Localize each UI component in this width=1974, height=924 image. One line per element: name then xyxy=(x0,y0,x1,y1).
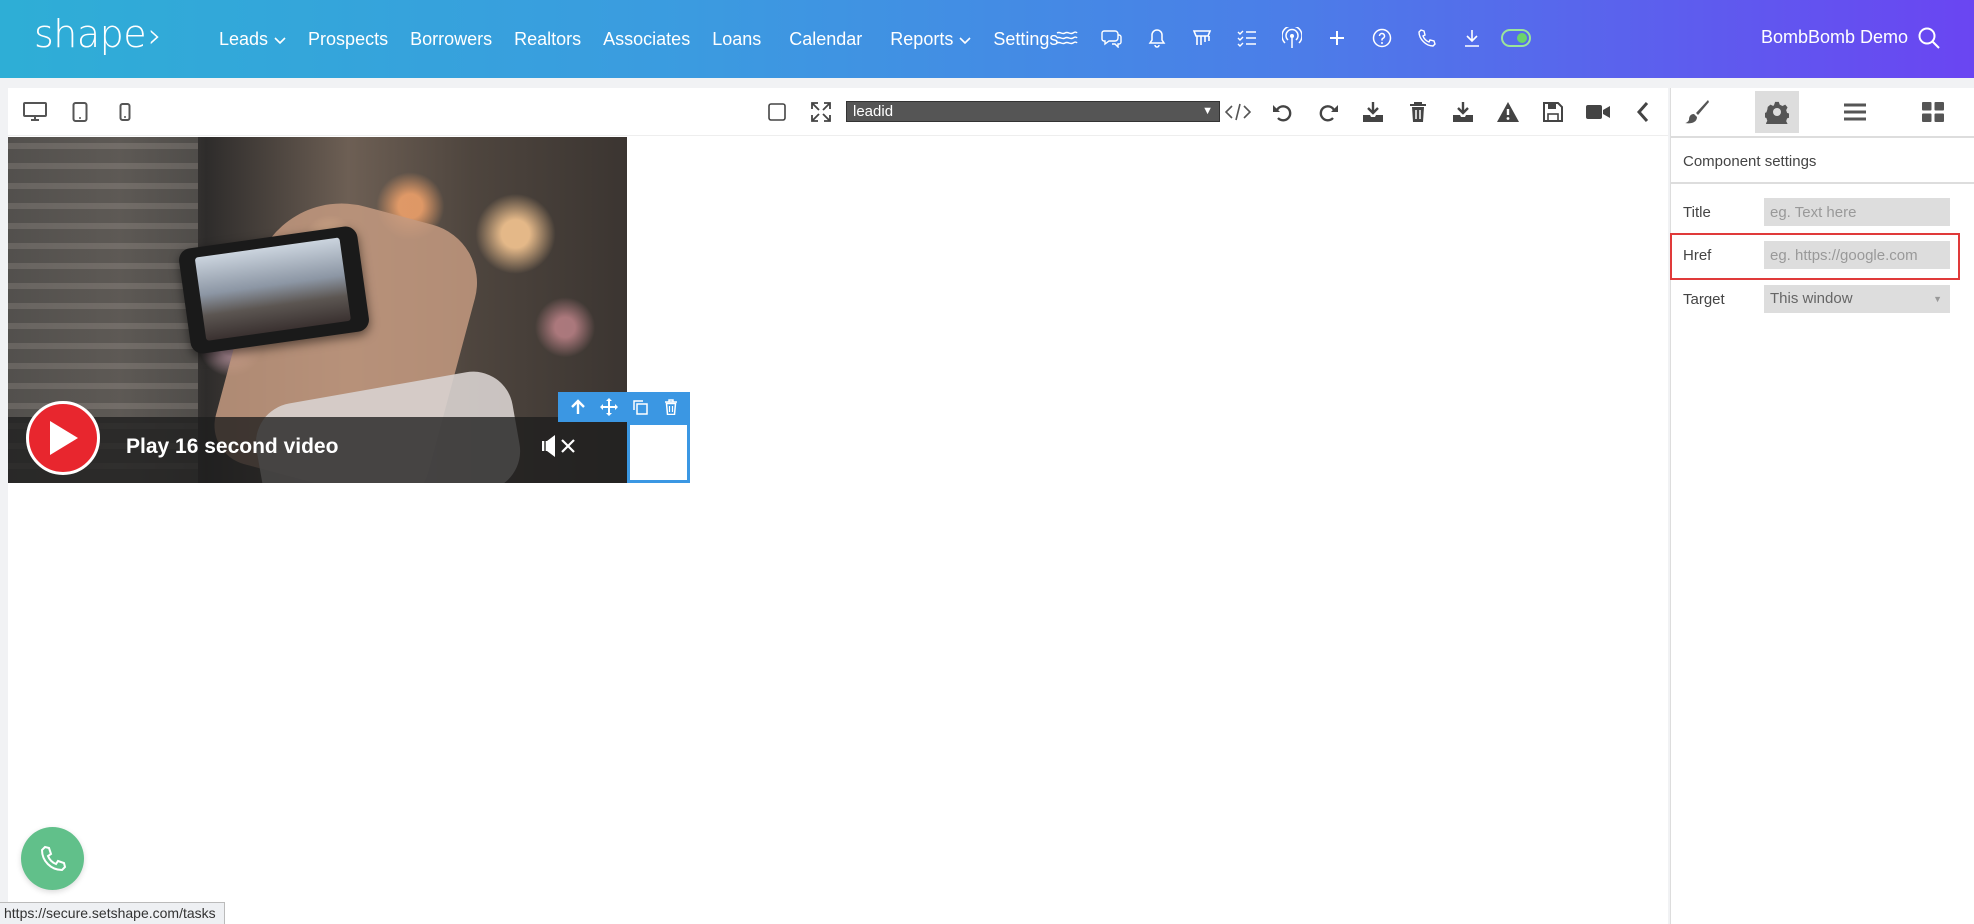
mute-icon[interactable] xyxy=(540,433,578,464)
warning-icon[interactable] xyxy=(1494,98,1522,126)
select-arrow-icon: ▼ xyxy=(1202,105,1213,117)
title-label: Title xyxy=(1683,204,1711,221)
nav-loans[interactable]: Loans xyxy=(712,29,761,50)
component-toolbar xyxy=(558,392,690,422)
call-button[interactable] xyxy=(21,827,84,890)
chevron-down-icon: ▼ xyxy=(1933,294,1942,304)
chevron-down-icon xyxy=(274,29,286,50)
nav-realtors[interactable]: Realtors xyxy=(514,29,581,50)
field-row-target: Target This window ▼ xyxy=(1671,281,1965,317)
checkbox-icon[interactable] xyxy=(763,98,791,126)
user-name[interactable]: BombBomb Demo xyxy=(1761,27,1908,48)
nav-calendar[interactable]: Calendar xyxy=(789,29,862,50)
desktop-icon[interactable] xyxy=(21,98,49,126)
panel-tabs xyxy=(1671,88,1974,138)
mobile-icon[interactable] xyxy=(111,98,139,126)
lead-id-select[interactable]: leadid ▼ xyxy=(846,101,1220,122)
move-icon[interactable] xyxy=(595,395,623,419)
fullscreen-icon[interactable] xyxy=(807,98,835,126)
help-icon[interactable] xyxy=(1365,24,1399,52)
field-row-href: Href xyxy=(1671,237,1965,273)
layer-manager-icon[interactable] xyxy=(1833,91,1877,133)
nav-settings[interactable]: Settings xyxy=(993,29,1058,50)
copy-icon[interactable] xyxy=(626,395,654,419)
store-icon[interactable] xyxy=(1185,24,1219,52)
href-input[interactable] xyxy=(1764,241,1950,269)
redo-icon[interactable] xyxy=(1314,98,1342,126)
download-icon[interactable] xyxy=(1455,24,1489,52)
top-navbar: shape› Leads Prospects Borrowers Realtor… xyxy=(0,0,1974,78)
bell-icon[interactable] xyxy=(1140,24,1174,52)
logo-chevron: › xyxy=(148,16,162,56)
code-icon[interactable] xyxy=(1224,98,1252,126)
style-manager-icon[interactable] xyxy=(1675,91,1719,133)
export-icon[interactable] xyxy=(1449,98,1477,126)
import-icon[interactable] xyxy=(1359,98,1387,126)
menu-lines-icon[interactable] xyxy=(1050,24,1084,52)
href-label: Href xyxy=(1683,247,1712,264)
nav-icon-bar xyxy=(1050,24,1545,52)
chevron-down-icon xyxy=(959,29,971,50)
video-title: Play 16 second video xyxy=(126,435,339,458)
selected-link-component[interactable] xyxy=(627,422,690,483)
title-input[interactable] xyxy=(1764,198,1950,226)
nav-prospects[interactable]: Prospects xyxy=(308,29,388,50)
editor-toolbar: leadid ▼ xyxy=(8,88,1668,136)
arrow-up-icon[interactable] xyxy=(564,395,592,419)
video-thumbnail[interactable]: Play 16 second video xyxy=(8,137,627,483)
status-bar-url: https://secure.setshape.com/tasks xyxy=(0,902,225,924)
phone-icon[interactable] xyxy=(1410,24,1444,52)
settings-gear-icon[interactable] xyxy=(1755,91,1799,133)
blocks-icon[interactable] xyxy=(1911,91,1955,133)
video-icon[interactable] xyxy=(1584,98,1612,126)
trash-icon[interactable] xyxy=(1404,98,1432,126)
nav-reports[interactable]: Reports xyxy=(890,29,971,50)
checklist-icon[interactable] xyxy=(1230,24,1264,52)
search-icon[interactable] xyxy=(1917,26,1941,55)
collapse-icon[interactable] xyxy=(1629,98,1657,126)
undo-icon[interactable] xyxy=(1269,98,1297,126)
settings-panel: Component settings Title Href Target Thi… xyxy=(1670,88,1974,924)
delete-icon[interactable] xyxy=(657,395,685,419)
toggle-switch[interactable] xyxy=(1500,24,1534,52)
panel-heading: Component settings xyxy=(1671,140,1974,184)
play-button[interactable] xyxy=(26,401,100,475)
nav-leads[interactable]: Leads xyxy=(219,29,286,50)
target-label: Target xyxy=(1683,291,1725,308)
logo-text: shape xyxy=(34,12,147,56)
target-select[interactable]: This window ▼ xyxy=(1764,285,1950,313)
nav-associates[interactable]: Associates xyxy=(603,29,690,50)
editor-canvas[interactable]: leadid ▼ Play 16 second video xyxy=(8,88,1668,924)
chat-icon[interactable] xyxy=(1095,24,1129,52)
save-icon[interactable] xyxy=(1539,98,1567,126)
plus-icon[interactable] xyxy=(1320,24,1354,52)
field-row-title: Title xyxy=(1671,194,1965,230)
broadcast-icon[interactable] xyxy=(1275,24,1309,52)
tablet-icon[interactable] xyxy=(66,98,94,126)
main-nav: Leads Prospects Borrowers Realtors Assoc… xyxy=(219,26,1080,52)
nav-borrowers[interactable]: Borrowers xyxy=(410,29,492,50)
shape-logo[interactable]: shape› xyxy=(34,12,162,56)
